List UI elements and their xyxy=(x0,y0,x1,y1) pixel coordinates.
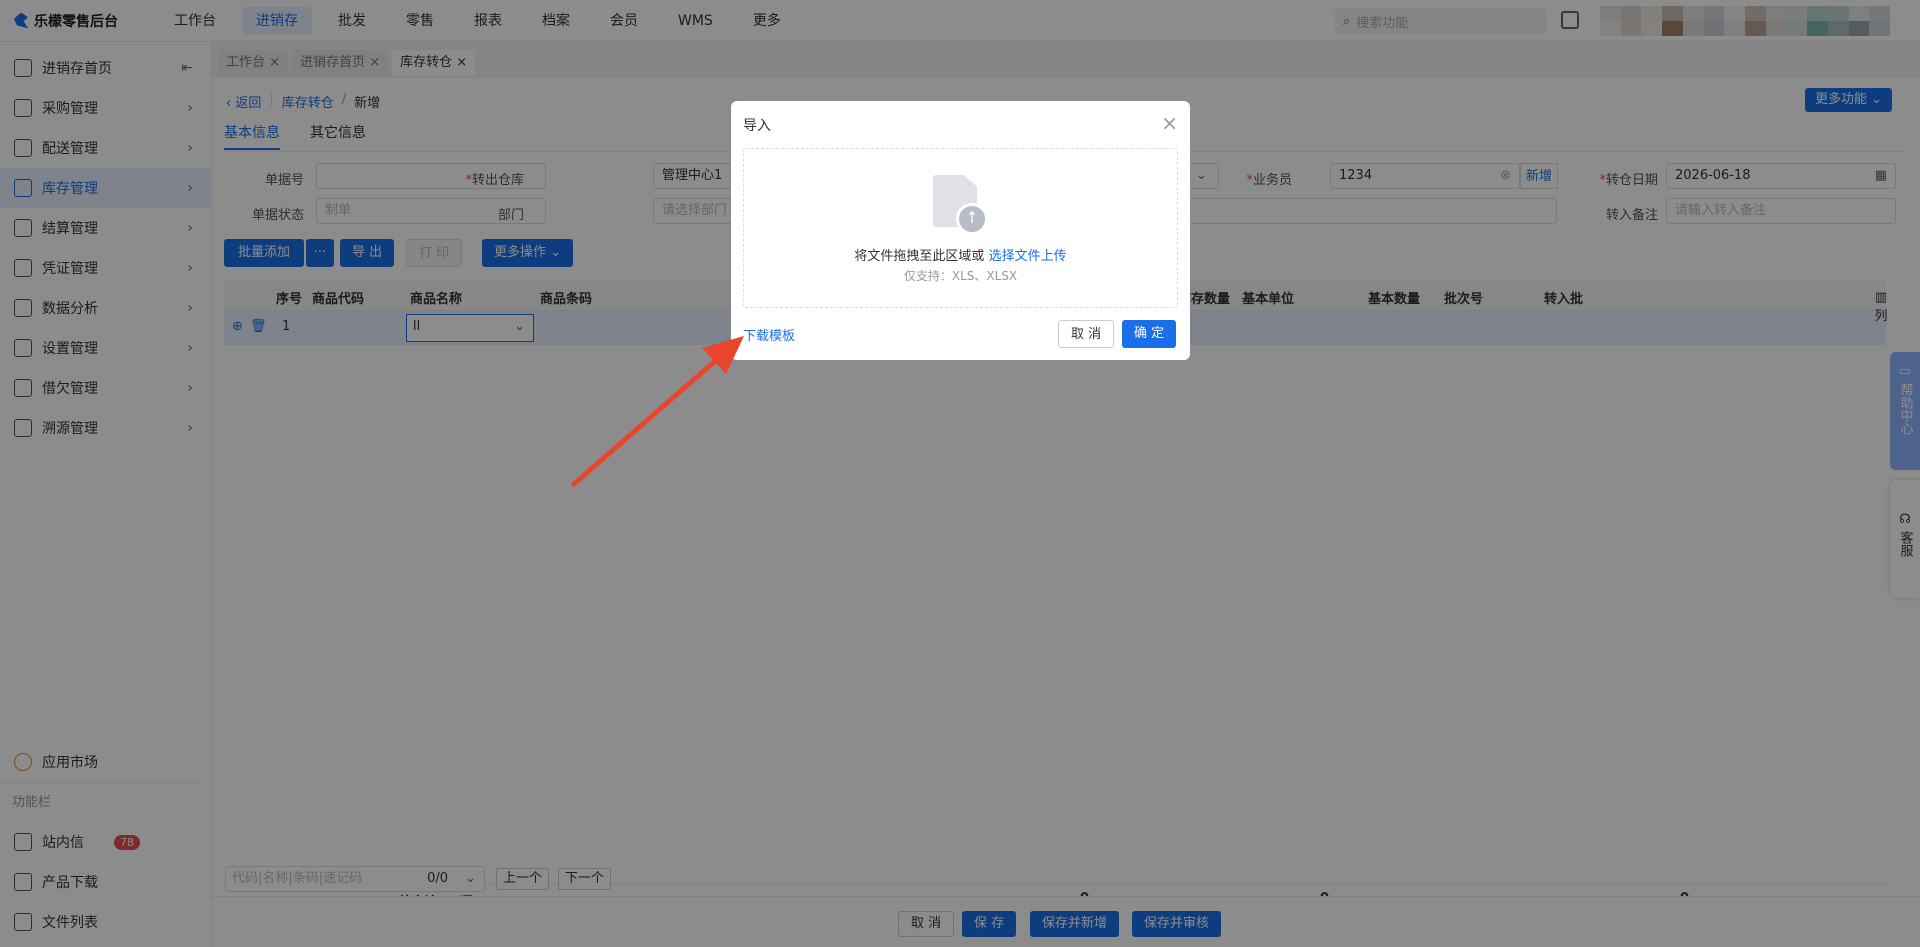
annotation-arrow xyxy=(571,336,744,487)
